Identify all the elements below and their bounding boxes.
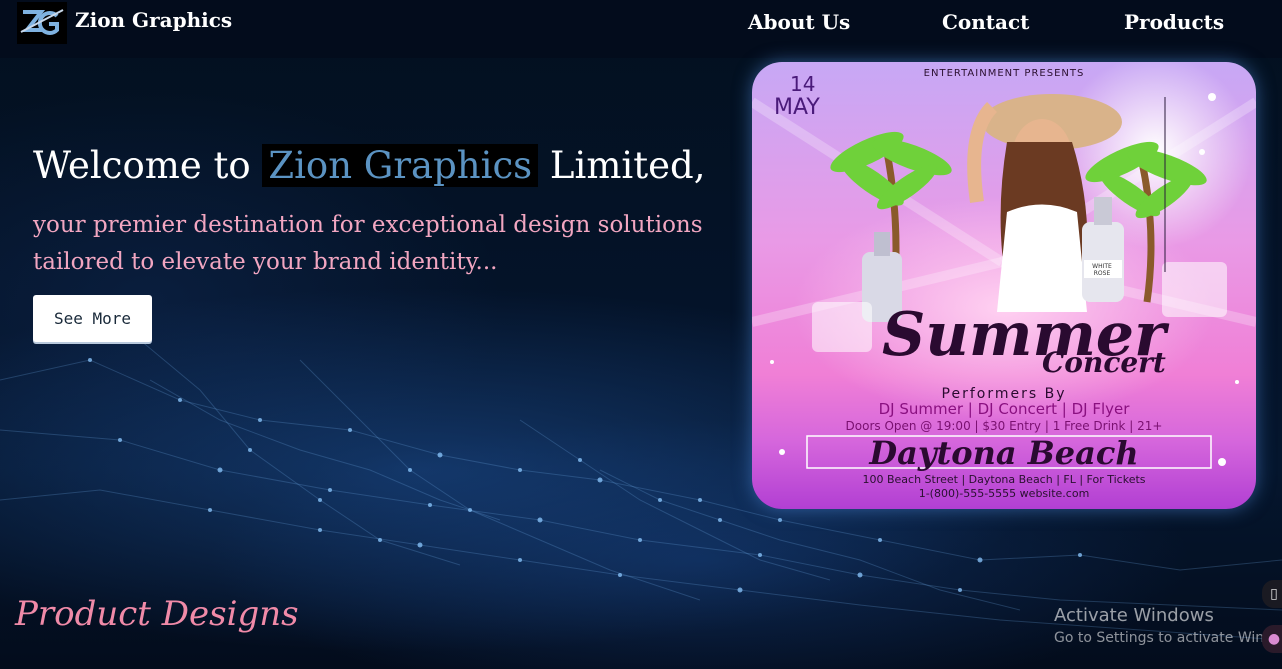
poster-month: MAY — [774, 95, 820, 120]
bottle-label: WHITE ROSE — [1092, 263, 1112, 277]
hero-title-suffix: Limited, — [538, 144, 706, 187]
poster-title-sub: Concert — [1042, 346, 1166, 379]
poster-presenter: ENTERTAINMENT PRESENTS — [923, 68, 1085, 79]
top-navbar: Zion Graphics About Us Contact Products — [0, 0, 1282, 58]
activate-windows-subtitle: Go to Settings to activate Windo — [1054, 630, 1282, 646]
poster-address: 100 Beach Street | Daytona Beach | FL | … — [862, 473, 1146, 486]
poster-contact: 1-(800)-555-5555 website.com — [918, 487, 1090, 500]
side-app-icon[interactable]: ● — [1262, 625, 1282, 653]
activate-windows-title: Activate Windows — [1054, 605, 1214, 626]
hero-subtitle: your premier destination for exceptional… — [33, 212, 703, 275]
nav-products[interactable]: Products — [1124, 10, 1224, 34]
hero-title-highlight: Zion Graphics — [262, 144, 539, 187]
product-designs-heading: Product Designs — [15, 594, 299, 634]
poster-performers: DJ Summer | DJ Concert | DJ Flyer — [878, 400, 1130, 418]
zion-logo-icon[interactable] — [17, 2, 67, 44]
nav-about-us[interactable]: About Us — [748, 10, 850, 34]
poster-venue: Daytona Beach — [869, 434, 1139, 472]
brand-name[interactable]: Zion Graphics — [75, 8, 232, 32]
summer-concert-poster[interactable]: ENTERTAINMENT PRESENTS 14 MAY WHITE ROSE… — [752, 62, 1256, 509]
hero-title: Welcome to Zion Graphics Limited, — [33, 144, 705, 187]
poster-day: 14 — [790, 72, 816, 96]
poster-details: Doors Open @ 19:00 | $30 Entry | 1 Free … — [845, 419, 1163, 433]
see-more-button[interactable]: See More — [33, 295, 152, 342]
hero-title-prefix: Welcome to — [33, 144, 263, 187]
side-panel-icon[interactable]: ▯ — [1262, 580, 1282, 608]
nav-contact[interactable]: Contact — [942, 10, 1029, 34]
